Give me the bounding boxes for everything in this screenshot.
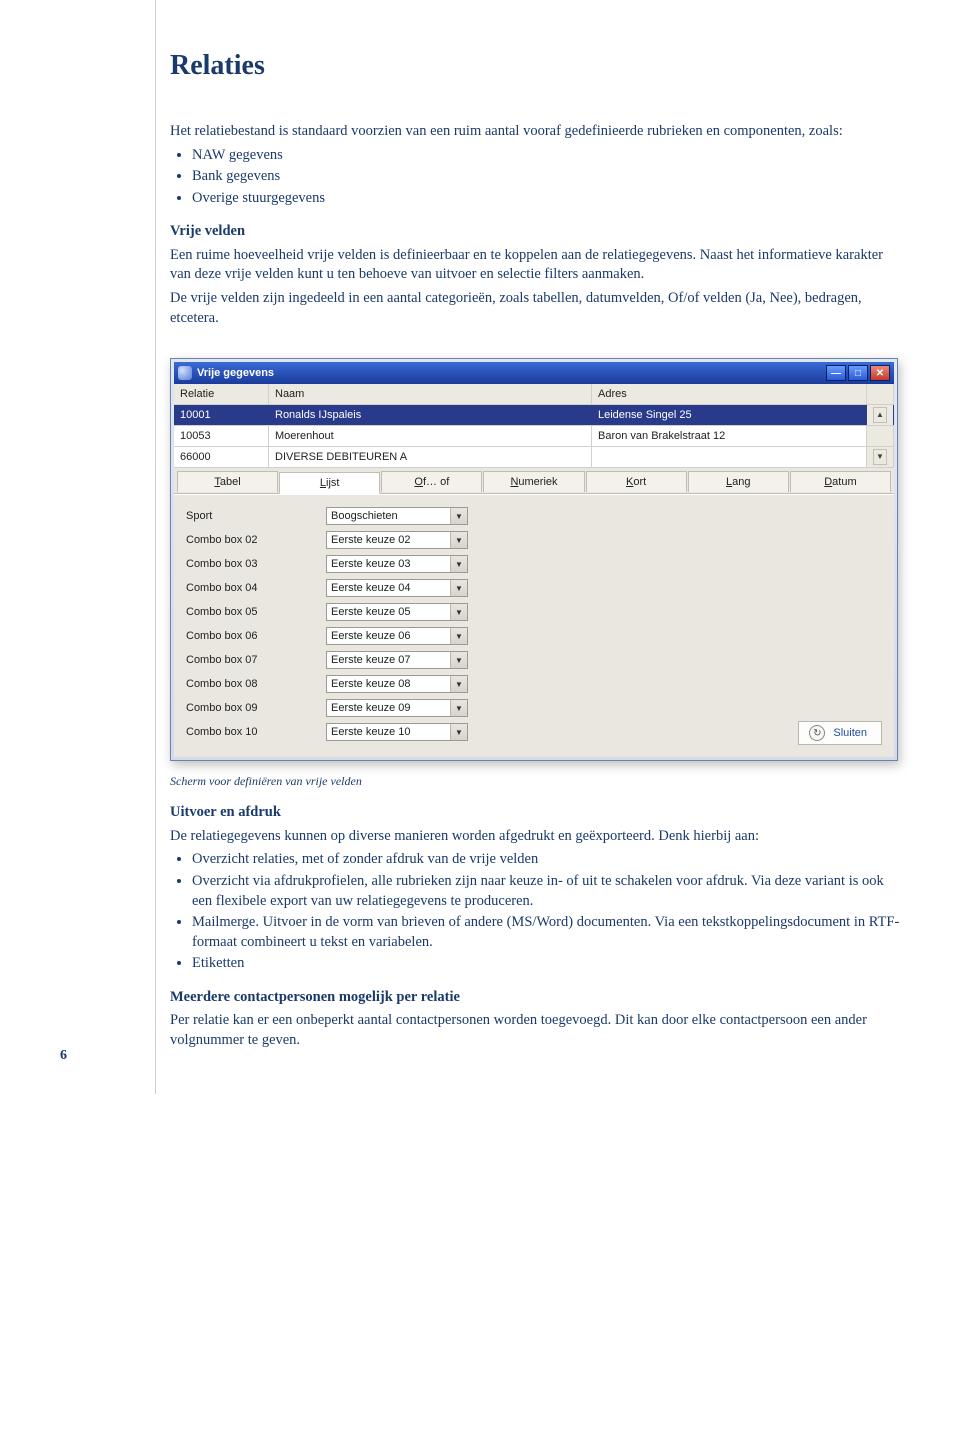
chevron-down-icon[interactable]: ▼ (450, 532, 467, 548)
tab-kort[interactable]: Kort (586, 471, 687, 492)
chevron-down-icon[interactable]: ▼ (450, 652, 467, 668)
column-header-naam[interactable]: Naam (269, 384, 592, 404)
tab-tabel[interactable]: Tabel (177, 471, 278, 492)
refresh-close-icon: ↻ (809, 725, 825, 741)
vertical-rule (155, 0, 156, 1094)
chevron-down-icon[interactable]: ▼ (450, 508, 467, 524)
field-label: Combo box 08 (186, 678, 326, 690)
combo-box-02[interactable]: Eerste keuze 02▼ (326, 531, 468, 549)
vrije-gegevens-window: Vrije gegevens — □ ✕ Relatie Naam Adres … (170, 358, 898, 761)
tab-bar: Tabel Lijst Of… of Numeriek Kort Lang Da… (174, 468, 894, 494)
field-label: Sport (186, 510, 326, 522)
tab-numeriek[interactable]: Numeriek (483, 471, 584, 492)
field-label: Combo box 04 (186, 582, 326, 594)
tab-lang[interactable]: Lang (688, 471, 789, 492)
meerdere-paragraph: Per relatie kan er een onbeperkt aantal … (170, 1011, 900, 1050)
list-item: Bank gegevens (192, 167, 900, 187)
list-item: Overzicht via afdrukprofielen, alle rubr… (192, 872, 900, 911)
intro-paragraph: Het relatiebestand is standaard voorzien… (170, 122, 900, 142)
meerdere-heading: Meerdere contactpersonen mogelijk per re… (170, 988, 900, 1008)
chevron-down-icon[interactable]: ▼ (450, 676, 467, 692)
minimize-button[interactable]: — (826, 365, 846, 381)
scroll-down-icon[interactable]: ▼ (873, 449, 887, 465)
combo-box-09[interactable]: Eerste keuze 09▼ (326, 699, 468, 717)
chevron-down-icon[interactable]: ▼ (450, 628, 467, 644)
field-label: Combo box 07 (186, 654, 326, 666)
column-header-adres[interactable]: Adres (592, 384, 867, 404)
field-label: Combo box 06 (186, 630, 326, 642)
list-item: Mailmerge. Uitvoer in de vorm van brieve… (192, 913, 900, 952)
sluiten-button[interactable]: ↻ Sluiten (798, 721, 882, 745)
uitvoer-bullet-list: Overzicht relaties, met of zonder afdruk… (170, 850, 900, 973)
chevron-down-icon[interactable]: ▼ (450, 604, 467, 620)
window-titlebar[interactable]: Vrije gegevens — □ ✕ (174, 362, 894, 384)
list-item: Etiketten (192, 954, 900, 974)
app-icon (178, 366, 192, 380)
scroll-up-icon[interactable]: ▲ (873, 407, 887, 423)
cell-relatie: 66000 (174, 447, 269, 467)
vrije-paragraph-1: Een ruime hoeveelheid vrije velden is de… (170, 246, 900, 285)
cell-naam: Moerenhout (269, 426, 592, 446)
tab-content: SportBoogschieten▼ Combo box 02Eerste ke… (174, 494, 894, 757)
cell-relatie: 10001 (174, 405, 269, 425)
page-heading: Relaties (170, 50, 900, 82)
column-header-relatie[interactable]: Relatie (174, 384, 269, 404)
field-label: Combo box 09 (186, 702, 326, 714)
cell-adres (592, 447, 867, 467)
combo-box-04[interactable]: Eerste keuze 04▼ (326, 579, 468, 597)
combo-box-05[interactable]: Eerste keuze 05▼ (326, 603, 468, 621)
grid-header-row: Relatie Naam Adres (174, 384, 894, 405)
combo-box-03[interactable]: Eerste keuze 03▼ (326, 555, 468, 573)
grid-row[interactable]: 10053 Moerenhout Baron van Brakelstraat … (174, 426, 894, 447)
cell-naam: Ronalds IJspaleis (269, 405, 592, 425)
cell-adres: Leidense Singel 25 (592, 405, 867, 425)
field-label: Combo box 03 (186, 558, 326, 570)
cell-adres: Baron van Brakelstraat 12 (592, 426, 867, 446)
vrije-paragraph-2: De vrije velden zijn ingedeeld in een aa… (170, 289, 900, 328)
chevron-down-icon[interactable]: ▼ (450, 556, 467, 572)
list-item: Overige stuurgegevens (192, 189, 900, 209)
cell-relatie: 10053 (174, 426, 269, 446)
grid-row[interactable]: 66000 DIVERSE DEBITEUREN A ▼ (174, 447, 894, 468)
combo-box-08[interactable]: Eerste keuze 08▼ (326, 675, 468, 693)
page-number: 6 (60, 1048, 67, 1064)
intro-bullet-list: NAW gegevens Bank gegevens Overige stuur… (170, 146, 900, 209)
uitvoer-heading: Uitvoer en afdruk (170, 803, 900, 823)
combo-box-10[interactable]: Eerste keuze 10▼ (326, 723, 468, 741)
chevron-down-icon[interactable]: ▼ (450, 724, 467, 740)
list-item: NAW gegevens (192, 146, 900, 166)
grid-row[interactable]: 10001 Ronalds IJspaleis Leidense Singel … (174, 405, 894, 426)
screenshot-caption: Scherm voor definiëren van vrije velden (170, 773, 900, 789)
tab-datum[interactable]: Datum (790, 471, 891, 492)
list-item: Overzicht relaties, met of zonder afdruk… (192, 850, 900, 870)
field-label: Combo box 05 (186, 606, 326, 618)
tab-of-of[interactable]: Of… of (381, 471, 482, 492)
chevron-down-icon[interactable]: ▼ (450, 700, 467, 716)
close-window-button[interactable]: ✕ (870, 365, 890, 381)
vrije-velden-heading: Vrije velden (170, 222, 900, 242)
combo-sport[interactable]: Boogschieten▼ (326, 507, 468, 525)
sluiten-label: Sluiten (833, 727, 867, 739)
cell-naam: DIVERSE DEBITEUREN A (269, 447, 592, 467)
tab-lijst[interactable]: Lijst (279, 472, 380, 494)
uitvoer-paragraph: De relatiegegevens kunnen op diverse man… (170, 827, 900, 847)
field-label: Combo box 10 (186, 726, 326, 738)
window-title: Vrije gegevens (197, 367, 274, 379)
chevron-down-icon[interactable]: ▼ (450, 580, 467, 596)
maximize-button[interactable]: □ (848, 365, 868, 381)
combo-box-06[interactable]: Eerste keuze 06▼ (326, 627, 468, 645)
combo-box-07[interactable]: Eerste keuze 07▼ (326, 651, 468, 669)
field-label: Combo box 02 (186, 534, 326, 546)
